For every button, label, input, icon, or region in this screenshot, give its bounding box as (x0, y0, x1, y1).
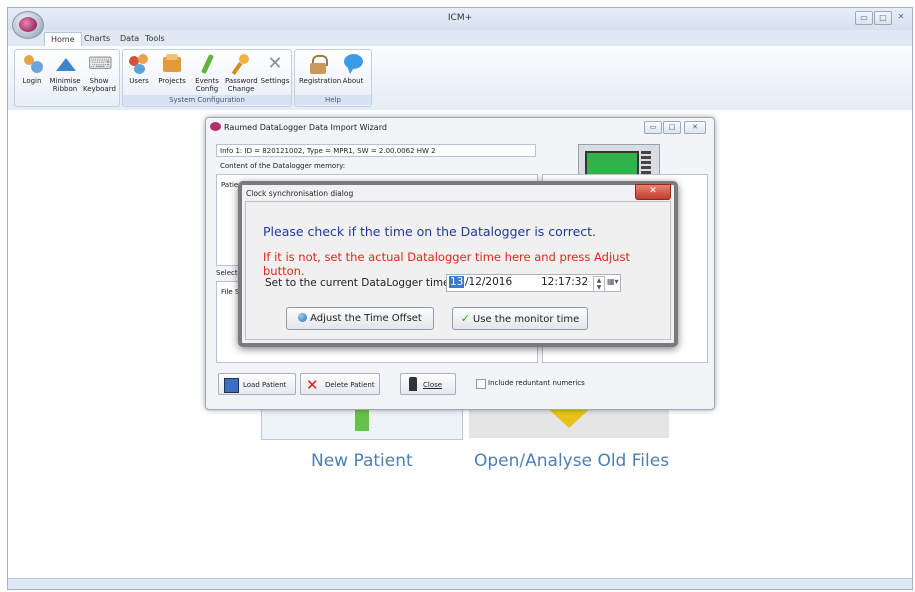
clock-dialog-body: Please check if the time on the Datalogg… (245, 201, 671, 340)
wizard-title: Raumed DataLogger Data Import Wizard (224, 123, 387, 132)
ribbon-tabs: Home Charts Data Tools (8, 30, 912, 46)
load-patient-label: Load Patient (243, 381, 287, 389)
minimise-ribbon-button[interactable]: Minimise Ribbon (49, 53, 81, 93)
date-day-segment[interactable]: 13 (449, 276, 465, 288)
clock-dialog-close-button[interactable]: ✕ (635, 184, 671, 200)
system-configuration-label: System Configuration (123, 95, 291, 105)
set-time-label: Set to the current DataLogger time: (265, 277, 454, 289)
close-label: Close (423, 381, 443, 389)
login-label: Login (22, 77, 42, 85)
settings-button[interactable]: ✕ Settings (259, 53, 291, 85)
change-label: Change (227, 85, 255, 93)
application-orb-button[interactable] (12, 11, 44, 39)
config-label: Config (195, 85, 219, 93)
minimise-label: Minimise (49, 77, 81, 85)
login-button[interactable]: Login (16, 53, 48, 85)
projects-box-icon (161, 53, 183, 75)
ribbon-label: Ribbon (52, 85, 78, 93)
date-rest-segment[interactable]: /12/2016 (465, 276, 512, 288)
adjust-time-offset-label: Adjust the Time Offset (310, 313, 422, 324)
open-old-files-label: Open/Analyse Old Files (474, 451, 670, 471)
projects-button[interactable]: Projects (156, 53, 188, 85)
show-keyboard-button[interactable]: ⌨ Show Keyboard (83, 53, 116, 93)
events-label: Events (195, 77, 219, 85)
datalogger-info: Info 1: ID = 820121002, Type = MPR1, SW … (216, 144, 536, 157)
clock-sync-dialog: Clock synchronisation dialog ✕ Please ch… (238, 181, 678, 347)
login-icon (21, 53, 43, 75)
registration-icon (307, 53, 329, 75)
key-icon (230, 53, 252, 75)
events-config-button[interactable]: Events Config (191, 53, 223, 93)
adjust-time-offset-button[interactable]: Adjust the Time Offset (286, 307, 434, 330)
tab-tools[interactable]: Tools (139, 32, 171, 45)
speech-bubble-icon (342, 53, 364, 75)
clock-dialog-title: Clock synchronisation dialog (246, 189, 354, 198)
registration-label: Registration (299, 77, 342, 85)
wizard-close-button[interactable]: ✕ (684, 121, 706, 134)
wizard-maximize-button[interactable]: □ (663, 121, 681, 134)
delete-x-icon: ✕ (306, 376, 319, 394)
close-button[interactable]: ✕ (893, 11, 909, 23)
use-monitor-time-button[interactable]: ✓ Use the monitor time (452, 307, 588, 330)
checkmark-icon: ✓ (460, 312, 470, 325)
tab-home[interactable]: Home (44, 32, 82, 46)
include-numerics-label: Include reduntant numerics (488, 379, 585, 387)
wizard-brain-icon (210, 122, 221, 131)
password-change-button[interactable]: Password Change (225, 53, 258, 93)
file-column-header: File S (221, 288, 240, 296)
registration-button[interactable]: Registration (299, 53, 341, 85)
password-label: Password (225, 77, 258, 85)
title-bar: ICM+ ▭ □ ✕ (8, 8, 912, 31)
show-label: Show (89, 77, 109, 85)
app-title: ICM+ (447, 13, 473, 23)
users-label: Users (129, 77, 149, 85)
triangle-up-icon (54, 53, 76, 75)
new-patient-label: New Patient (311, 451, 413, 471)
load-icon (224, 378, 239, 393)
datetime-picker[interactable]: 13 /12/2016 12:17:32 ▲ ▼ ▦▾ (446, 274, 621, 292)
settings-label: Settings (260, 77, 290, 85)
keyboard-icon: ⌨ (88, 54, 113, 74)
about-label: About (342, 77, 364, 85)
time-spin-icon[interactable]: ▲ ▼ (593, 276, 605, 292)
events-pen-icon (196, 53, 218, 75)
calendar-dropdown-icon[interactable]: ▦▾ (607, 277, 619, 286)
load-patient-button[interactable]: Load Patient (218, 373, 296, 395)
minimize-button[interactable]: ▭ (855, 11, 873, 25)
globe-icon (298, 313, 308, 322)
ribbon-group-general: Login Minimise Ribbon ⌨ Show Keyboard (14, 49, 120, 107)
keyboard-label: Keyboard (83, 85, 116, 93)
tab-charts[interactable]: Charts (78, 32, 116, 45)
maximize-button[interactable]: □ (874, 11, 892, 25)
ribbon-group-system-configuration: Users Projects Events Config Password Ch… (122, 49, 292, 107)
content-label: Content of the Datalogger memory: (220, 162, 346, 170)
include-numerics-checkbox[interactable] (476, 379, 486, 389)
close-wizard-button[interactable]: Close (400, 373, 456, 395)
use-monitor-time-label: Use the monitor time (472, 314, 580, 325)
brain-logo-icon (19, 17, 37, 32)
tools-icon: ✕ (267, 53, 283, 74)
delete-patient-label: Delete Patient (325, 381, 375, 389)
time-segment[interactable]: 12:17:32 (541, 276, 588, 288)
users-button[interactable]: Users (123, 53, 155, 85)
about-button[interactable]: About (337, 53, 369, 85)
projects-label: Projects (158, 77, 186, 85)
help-label: Help (295, 95, 371, 105)
delete-patient-button[interactable]: ✕ Delete Patient (300, 373, 380, 395)
patient-column-header: Patie (221, 181, 239, 189)
users-icon (128, 53, 150, 75)
status-bar (8, 578, 912, 589)
wizard-minimize-button[interactable]: ▭ (644, 121, 662, 134)
check-time-message: Please check if the time on the Datalogg… (263, 224, 597, 239)
door-icon (409, 377, 417, 391)
ribbon: Login Minimise Ribbon ⌨ Show Keyboard Us… (8, 46, 912, 111)
ribbon-group-help: Registration About Help (294, 49, 372, 107)
